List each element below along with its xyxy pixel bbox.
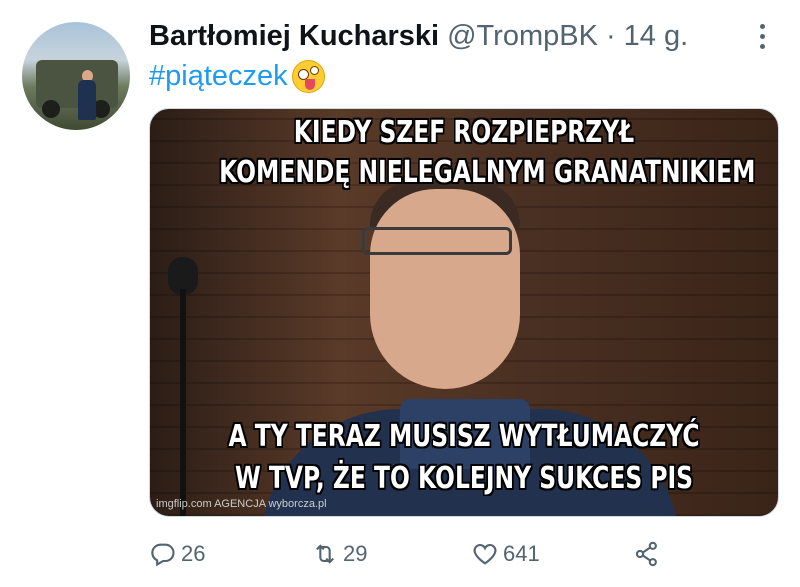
zany-face-emoji-icon <box>291 60 325 93</box>
person-face <box>370 189 520 389</box>
retweet-icon <box>316 544 334 564</box>
tweet-media-image[interactable]: KIEDY SZEF ROZPIEPRZYŁ KOMENDĘ NIELEGALN… <box>149 108 779 517</box>
meme-caption-line4: W TVP, ŻE TO KOLEJNY SUKCES PIS <box>234 461 694 496</box>
like-count: 641 <box>503 541 540 566</box>
reply-icon <box>151 543 175 567</box>
image-watermark: imgflip.com AGENCJA wyborcza.pl <box>156 498 327 510</box>
like-button[interactable]: 641 <box>471 536 540 572</box>
more-icon-dot <box>759 43 765 49</box>
reply-count: 26 <box>181 541 206 566</box>
meme-caption-line2: KOMENDĘ NIELEGALNYM GRANATNIKIEM <box>219 155 756 190</box>
author-avatar[interactable] <box>22 22 130 130</box>
tweet-timestamp[interactable]: 14 g. <box>624 20 689 53</box>
meme-caption-line3: A TY TERAZ MUSISZ WYTŁUMACZYĆ <box>228 419 700 454</box>
author-name[interactable]: Bartłomiej Kucharski <box>149 20 439 53</box>
avatar-wheel <box>42 100 60 118</box>
person-glasses <box>362 227 512 255</box>
author-handle[interactable]: @TrompBK <box>447 20 598 53</box>
separator-dot: · <box>605 19 616 52</box>
share-icon <box>635 541 657 567</box>
tweet-text: #piąteczek <box>149 60 325 93</box>
tweet-header: Bartłomiej Kucharski @TrompBK · 14 g. <box>149 18 688 54</box>
more-options-button[interactable] <box>748 20 776 52</box>
more-icon-dot <box>759 23 765 29</box>
meme-caption-line1: KIEDY SZEF ROZPIEPRZYŁ <box>293 115 635 150</box>
retweet-button[interactable]: 29 <box>311 536 367 572</box>
share-button[interactable] <box>633 536 665 572</box>
heart-icon <box>473 543 497 565</box>
hashtag-link[interactable]: #piąteczek <box>149 60 288 93</box>
tweet-actions: 26 29 641 <box>149 536 709 572</box>
retweet-count: 29 <box>343 541 368 566</box>
reply-button[interactable]: 26 <box>149 536 205 572</box>
avatar-person <box>78 80 96 120</box>
microphone-stand <box>180 289 186 516</box>
more-icon-dot <box>759 33 765 39</box>
